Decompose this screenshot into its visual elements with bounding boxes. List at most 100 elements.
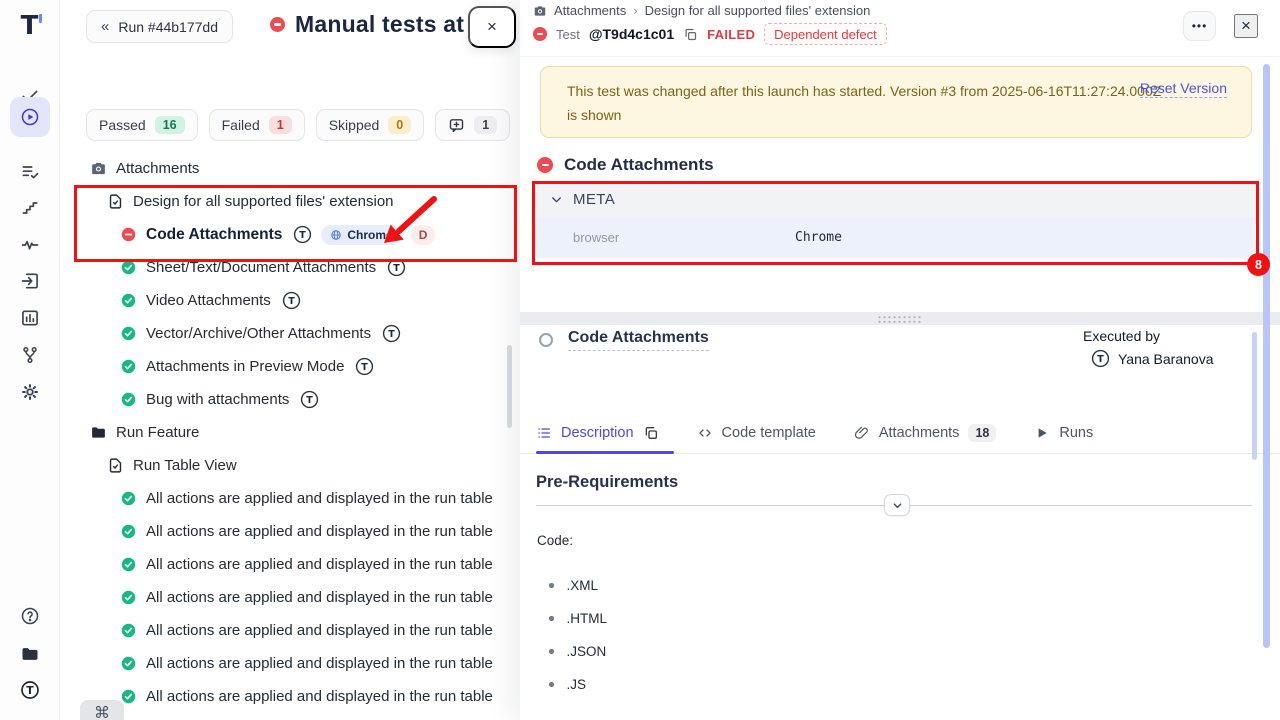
test-detail-drawer: Attachments › Design for all supported f… bbox=[520, 0, 1280, 720]
tree-row[interactable]: All actions are applied and displayed in… bbox=[60, 581, 520, 614]
filter-chip-skipped[interactable]: Skipped 0 bbox=[316, 109, 425, 141]
breadcrumb-current: Design for all supported files' extensio… bbox=[645, 3, 871, 18]
tab-code-template[interactable]: Code template bbox=[697, 425, 816, 441]
tree-row[interactable]: Attachments in Preview ModeT bbox=[60, 350, 520, 383]
step-scrollbar-thumb[interactable] bbox=[1252, 332, 1257, 460]
filter-chip-failed[interactable]: Failed1 bbox=[209, 109, 305, 141]
tree-row[interactable]: All actions are applied and displayed in… bbox=[60, 680, 520, 713]
tree-row[interactable]: Bug with attachments T bbox=[60, 383, 520, 416]
meta-block: META browserChrome bbox=[532, 181, 1255, 258]
meta-accordion-header[interactable]: META bbox=[532, 181, 1255, 217]
bullet-icon bbox=[549, 682, 554, 687]
tree-row[interactable]: Code AttachmentsTChromeD bbox=[60, 218, 520, 251]
passed-icon bbox=[120, 391, 137, 408]
breadcrumb-root[interactable]: Attachments bbox=[554, 3, 626, 18]
filter-chip-passed[interactable]: Passed 16 bbox=[86, 109, 198, 141]
sidebar-item-branches[interactable] bbox=[10, 337, 50, 373]
passed-icon bbox=[120, 490, 137, 507]
left-scrollbar-thumb[interactable] bbox=[507, 345, 512, 428]
tab-attachments[interactable]: Attachments18 bbox=[854, 424, 997, 442]
command-icon: ⌘ bbox=[94, 703, 110, 720]
tab-label: Code template bbox=[722, 425, 816, 441]
defect-badge[interactable]: Dependent defect bbox=[764, 23, 887, 45]
svg-text:T: T bbox=[388, 329, 395, 340]
chip-label: Skipped bbox=[329, 117, 380, 133]
tree-row-label: All actions are applied and displayed in… bbox=[146, 688, 493, 705]
grip-dots-icon bbox=[877, 315, 923, 323]
sidebar-item-settings[interactable] bbox=[10, 374, 50, 410]
ellipsis-icon: ••• bbox=[1192, 19, 1208, 33]
failed-step-heading: Code Attachments bbox=[537, 155, 714, 175]
tree-row[interactable]: All actions are applied and displayed in… bbox=[60, 614, 520, 647]
tree-row[interactable]: All actions are applied and displayed in… bbox=[60, 647, 520, 680]
code-icon bbox=[697, 425, 713, 441]
chip-count-badge: 1 bbox=[474, 116, 497, 134]
doc-icon bbox=[107, 193, 124, 210]
sidebar-item-profile[interactable]: T bbox=[10, 672, 50, 708]
command-shortcut-button[interactable]: ⌘ bbox=[80, 700, 124, 720]
failed-status-icon bbox=[270, 17, 285, 32]
tree-row[interactable]: Attachments bbox=[60, 152, 520, 185]
section-title: Code Attachments bbox=[564, 155, 714, 175]
activity-icon bbox=[20, 235, 40, 255]
status-filter-chips: Passed 16 Failed1 Skipped 0 1 bbox=[86, 109, 510, 141]
sidebar-item-plans[interactable] bbox=[10, 154, 50, 190]
comments-filter-chip[interactable]: 1 bbox=[435, 109, 510, 141]
tree-row[interactable]: Vector/Archive/Other AttachmentsT bbox=[60, 317, 520, 350]
play-circle-icon bbox=[20, 107, 40, 127]
svg-text:T: T bbox=[288, 296, 295, 307]
tab-description[interactable]: Description bbox=[536, 425, 659, 441]
app-logo[interactable]: T bbox=[10, 8, 50, 44]
tree-row-label: Sheet/Text/Document Attachments bbox=[146, 259, 376, 276]
step-title[interactable]: Code Attachments bbox=[568, 329, 709, 351]
sidebar-item-help[interactable] bbox=[10, 598, 50, 634]
tree-row[interactable]: All actions are applied and displayed in… bbox=[60, 548, 520, 581]
close-panel-button[interactable]: × bbox=[1234, 14, 1258, 38]
camera-icon bbox=[533, 4, 547, 18]
play-icon bbox=[1034, 425, 1050, 441]
tree-row-label: Video Attachments bbox=[146, 292, 271, 309]
drawer-scrollbar-thumb[interactable] bbox=[1263, 64, 1270, 648]
sidebar-item-docs[interactable] bbox=[10, 636, 50, 672]
panel-resizer-handle[interactable] bbox=[520, 312, 1280, 325]
tree-row[interactable]: Sheet/Text/Document AttachmentsT bbox=[60, 251, 520, 284]
app: T T « Run #44b177dd Manual tests at Pass… bbox=[0, 0, 1280, 720]
tree-row[interactable]: Video Attachments T bbox=[60, 284, 520, 317]
sidebar-item-analytics[interactable] bbox=[10, 300, 50, 336]
chip-label: Passed bbox=[99, 117, 146, 133]
reset-version-link[interactable]: Reset Version bbox=[1140, 80, 1227, 98]
sidebar-item-import[interactable] bbox=[10, 263, 50, 299]
chip-count-badge: 0 bbox=[388, 116, 411, 134]
sidebar-item-milestones[interactable] bbox=[10, 190, 50, 226]
tree-row-label: Bug with attachments bbox=[146, 391, 289, 408]
passed-icon bbox=[120, 589, 137, 606]
breadcrumb-separator: › bbox=[633, 3, 637, 18]
back-to-run-button[interactable]: « Run #44b177dd bbox=[86, 10, 233, 43]
chip-label: Failed bbox=[222, 117, 260, 133]
tab-label: Attachments bbox=[879, 425, 960, 441]
passed-icon bbox=[120, 556, 137, 573]
close-drawer-button[interactable]: × bbox=[468, 6, 516, 48]
sidebar-item-runs[interactable] bbox=[10, 97, 50, 137]
svg-text:T: T bbox=[362, 362, 369, 373]
tree-row[interactable]: All actions are applied and displayed in… bbox=[60, 515, 520, 548]
close-icon: × bbox=[1241, 16, 1251, 36]
assignee-avatar-icon: T bbox=[293, 225, 312, 244]
tree-row[interactable]: Design for all supported files' extensio… bbox=[60, 185, 520, 218]
tree-row[interactable]: All actions are applied and displayed in… bbox=[60, 482, 520, 515]
list-item: .HTML bbox=[549, 602, 607, 635]
copy-test-id-icon[interactable] bbox=[683, 27, 698, 42]
svg-text:T: T bbox=[26, 684, 34, 697]
collapse-section-button[interactable] bbox=[884, 494, 910, 516]
clip-icon bbox=[854, 425, 870, 441]
tree-row[interactable]: Run Table View bbox=[60, 449, 520, 482]
list-item: .JS bbox=[549, 668, 607, 701]
tab-runs[interactable]: Runs bbox=[1034, 425, 1093, 441]
bar-chart-icon bbox=[20, 308, 40, 328]
copy-icon[interactable] bbox=[643, 425, 659, 441]
chip-count-badge: 16 bbox=[155, 116, 185, 134]
more-actions-button[interactable]: ••• bbox=[1183, 11, 1216, 41]
sidebar-item-pulse[interactable] bbox=[10, 227, 50, 263]
assignee-avatar-icon: T bbox=[300, 390, 319, 409]
tree-row[interactable]: Run Feature bbox=[60, 416, 520, 449]
